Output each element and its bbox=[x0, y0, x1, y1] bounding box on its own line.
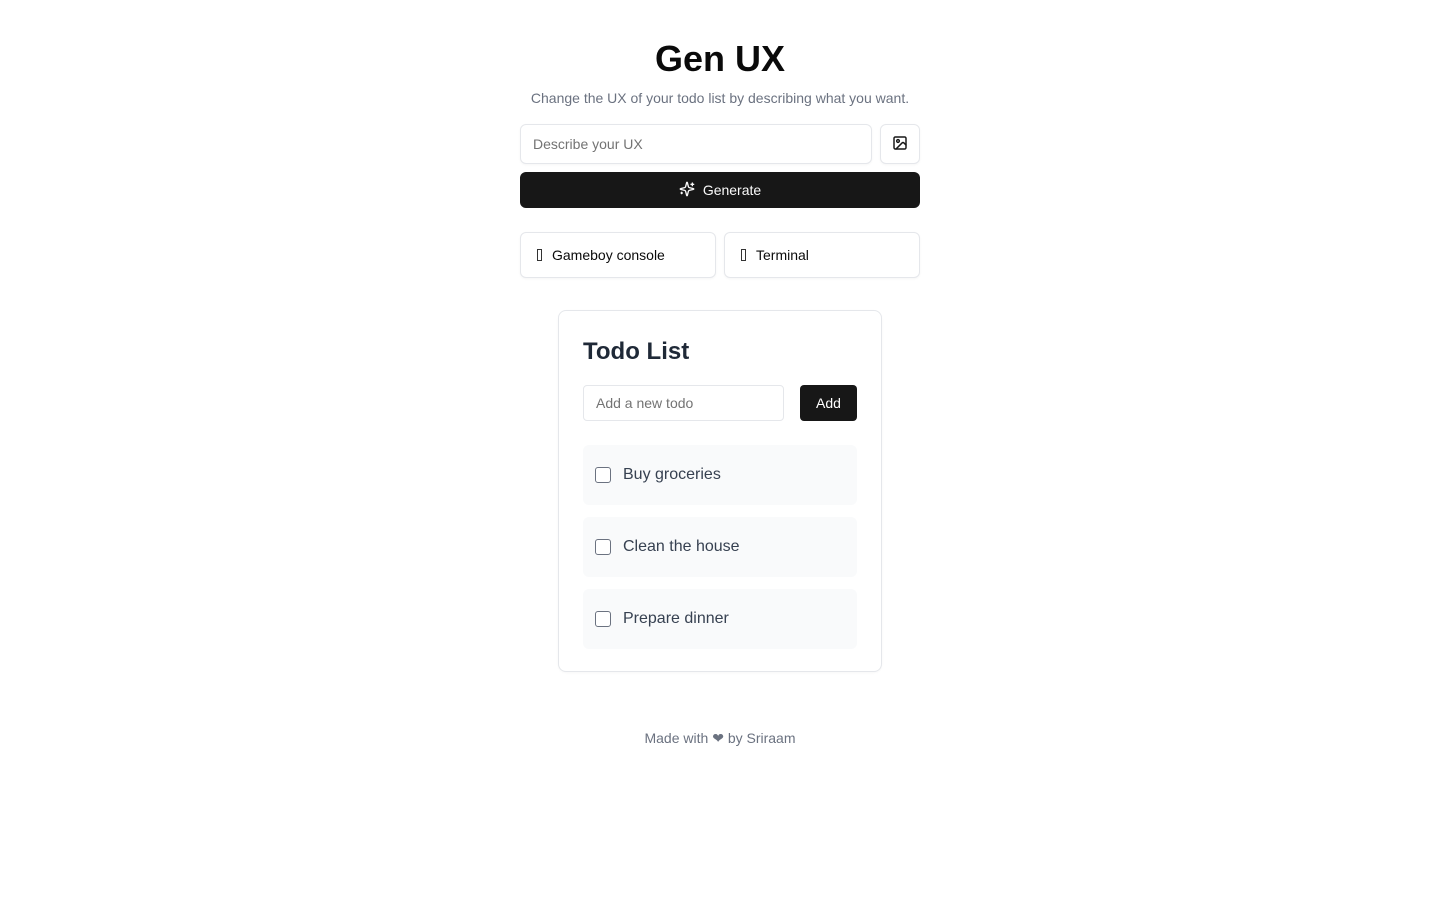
todo-item: Buy groceries bbox=[583, 445, 857, 505]
page-subtitle: Change the UX of your todo list by descr… bbox=[530, 90, 910, 106]
todo-list: Buy groceries Clean the house Prepare di… bbox=[583, 445, 857, 649]
todo-item: Prepare dinner bbox=[583, 589, 857, 649]
generate-button[interactable]: Generate bbox=[520, 172, 920, 208]
footer-author: by Sriraam bbox=[727, 730, 796, 746]
todo-checkbox[interactable] bbox=[595, 611, 611, 627]
add-todo-row: Add bbox=[583, 385, 857, 421]
page: Gen UX Change the UX of your todo list b… bbox=[0, 0, 1440, 900]
todo-text: Clean the house bbox=[623, 538, 740, 555]
heart-icon: ❤ bbox=[712, 730, 724, 746]
todo-text: Buy groceries bbox=[623, 466, 721, 483]
add-todo-button[interactable]: Add bbox=[800, 385, 857, 421]
preset-label: Gameboy console bbox=[552, 247, 665, 263]
image-icon bbox=[892, 135, 908, 154]
header: Gen UX Change the UX of your todo list b… bbox=[520, 36, 920, 108]
generate-label: Generate bbox=[702, 182, 762, 198]
todo-checkbox[interactable] bbox=[595, 539, 611, 555]
new-todo-input[interactable] bbox=[583, 385, 784, 421]
gameboy-icon bbox=[537, 249, 542, 261]
footer: Made with ❤ by Sriraam bbox=[0, 729, 1440, 747]
preset-gameboy-console[interactable]: Gameboy console bbox=[520, 232, 716, 278]
page-title: Gen UX bbox=[654, 38, 786, 79]
terminal-icon bbox=[741, 249, 746, 261]
todo-checkbox[interactable] bbox=[595, 467, 611, 483]
footer-prefix: Made with bbox=[644, 730, 709, 746]
preset-label: Terminal bbox=[756, 247, 809, 263]
upload-image-button[interactable] bbox=[880, 124, 920, 164]
todo-card: Todo List Add Buy groceries Clean the ho… bbox=[558, 310, 882, 672]
preset-terminal[interactable]: Terminal bbox=[724, 232, 920, 278]
ux-description-input[interactable] bbox=[520, 124, 872, 164]
prompt-row bbox=[520, 124, 920, 164]
sparkles-icon bbox=[679, 181, 695, 200]
todo-item: Clean the house bbox=[583, 517, 857, 577]
todo-title: Todo List bbox=[583, 338, 690, 365]
todo-text: Prepare dinner bbox=[623, 610, 729, 627]
preset-list: Gameboy console Terminal bbox=[520, 232, 920, 278]
